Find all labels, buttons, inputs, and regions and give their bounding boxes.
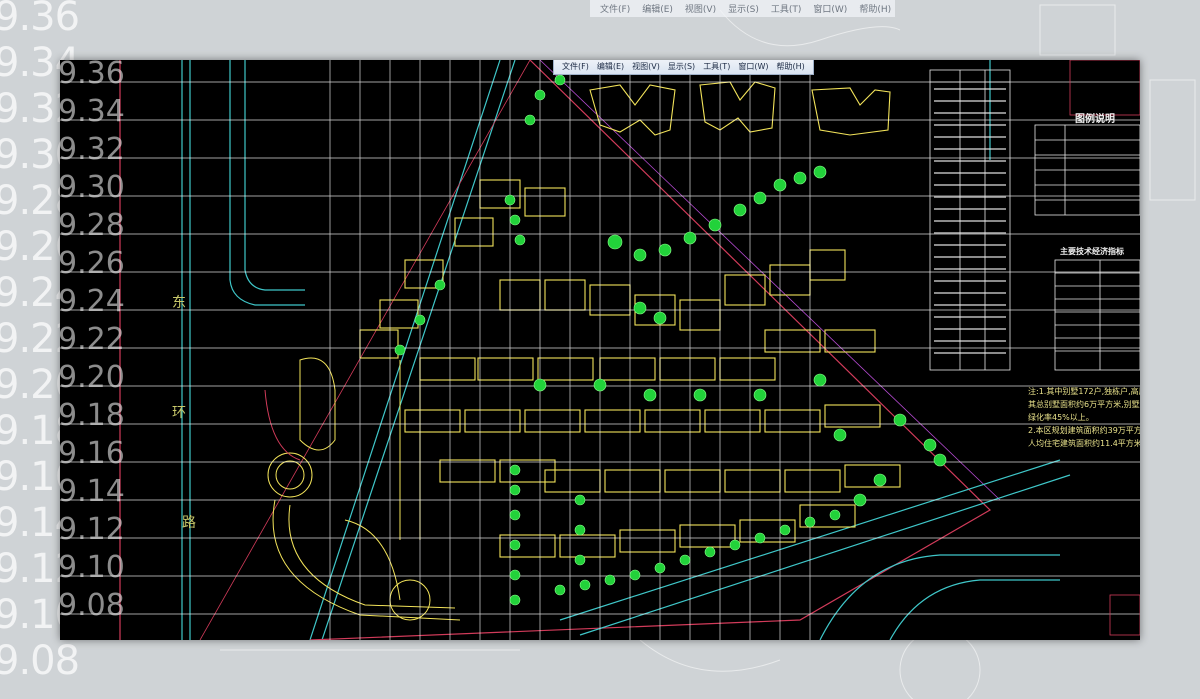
road-label-char: 东 [172,295,186,311]
ghost-menu-item: 窗口(W) [813,5,848,15]
ghost-menu-item: 视图(V) [684,5,717,15]
plaza-layer [264,357,461,621]
roads-layer [119,60,1071,640]
cad-side-number: 9.10 [60,550,125,585]
cad-side-numbers: 9.36 9.34 9.32 9.30 9.28 9.26 9.24 9.22 … [60,60,125,636]
cad-canvas[interactable] [60,60,1140,640]
design-notes: 注:1.其中别墅172户,独栋户,高层3户,联排别墅户,住宅 其总别墅面积约6万… [1028,385,1140,450]
note-line: 其总别墅面积约6万平方米,别墅面积超过标准 [1028,400,1140,409]
cad-side-number: 9.14 [60,474,125,509]
cad-side-number: 9.36 [60,60,125,91]
note-line: 注:1.其中别墅172户,独栋户,高层3户,联排别墅户,住宅 [1028,387,1140,396]
ghost-menu-item: 文件(F) [600,5,631,15]
cad-side-number: 9.32 [60,132,125,167]
menu-tools[interactable]: 工具(T) [699,60,734,74]
ghost-menu-item: 编辑(E) [642,5,673,15]
cad-side-number: 9.12 [60,512,125,547]
note-line: 人均住宅建筑面积约11.4平方米。 [1028,439,1140,448]
cad-side-number: 9.20 [60,360,125,395]
cad-side-number: 9.26 [60,246,125,281]
ghost-menu-item: 帮助(H) [859,5,892,15]
indicator-title: 主要技术经济指标 [1060,247,1124,256]
cad-side-number: 9.08 [60,588,125,623]
cad-side-number: 9.16 [60,436,125,471]
cad-side-number: 9.24 [60,284,125,319]
cad-side-number: 9.18 [60,398,125,433]
ghost-menu-item: 显示(S) [728,5,759,15]
tables-layer [929,60,1140,636]
legend-title: 图例说明 [1075,114,1115,125]
menu-view[interactable]: 视图(V) [628,60,664,74]
cad-side-number: 9.28 [60,208,125,243]
note-line: 绿化率45%以上。 [1028,413,1094,422]
ghost-menu-item: 工具(T) [770,5,802,15]
trees-layer [394,74,947,606]
table-rows-layer [934,88,1006,354]
menu-bar: 文件(F) 编辑(E) 视图(V) 显示(S) 工具(T) 窗口(W) 帮助(H… [553,60,814,75]
background-ghost-menubar: 文件(F) 编辑(E) 视图(V) 显示(S) 工具(T) 窗口(W) 帮助(H… [590,0,895,17]
grid-layer [60,60,1140,640]
cad-drawing-window[interactable]: 文件(F) 编辑(E) 视图(V) 显示(S) 工具(T) 窗口(W) 帮助(H… [60,60,1140,640]
menu-file[interactable]: 文件(F) [558,60,593,74]
menu-window[interactable]: 窗口(W) [734,60,772,74]
road-label-char: 环 [172,405,186,421]
menu-help[interactable]: 帮助(H) [772,60,808,74]
cad-side-number: 9.22 [60,322,125,357]
note-line: 2.本区规划建筑面积约39万平方米,共计 [1028,426,1140,435]
menu-edit[interactable]: 编辑(E) [593,60,628,74]
cad-side-number: 9.30 [60,170,125,205]
road-label-char: 路 [182,515,196,531]
menu-display[interactable]: 显示(S) [664,60,699,74]
cad-side-number: 9.34 [60,94,125,129]
